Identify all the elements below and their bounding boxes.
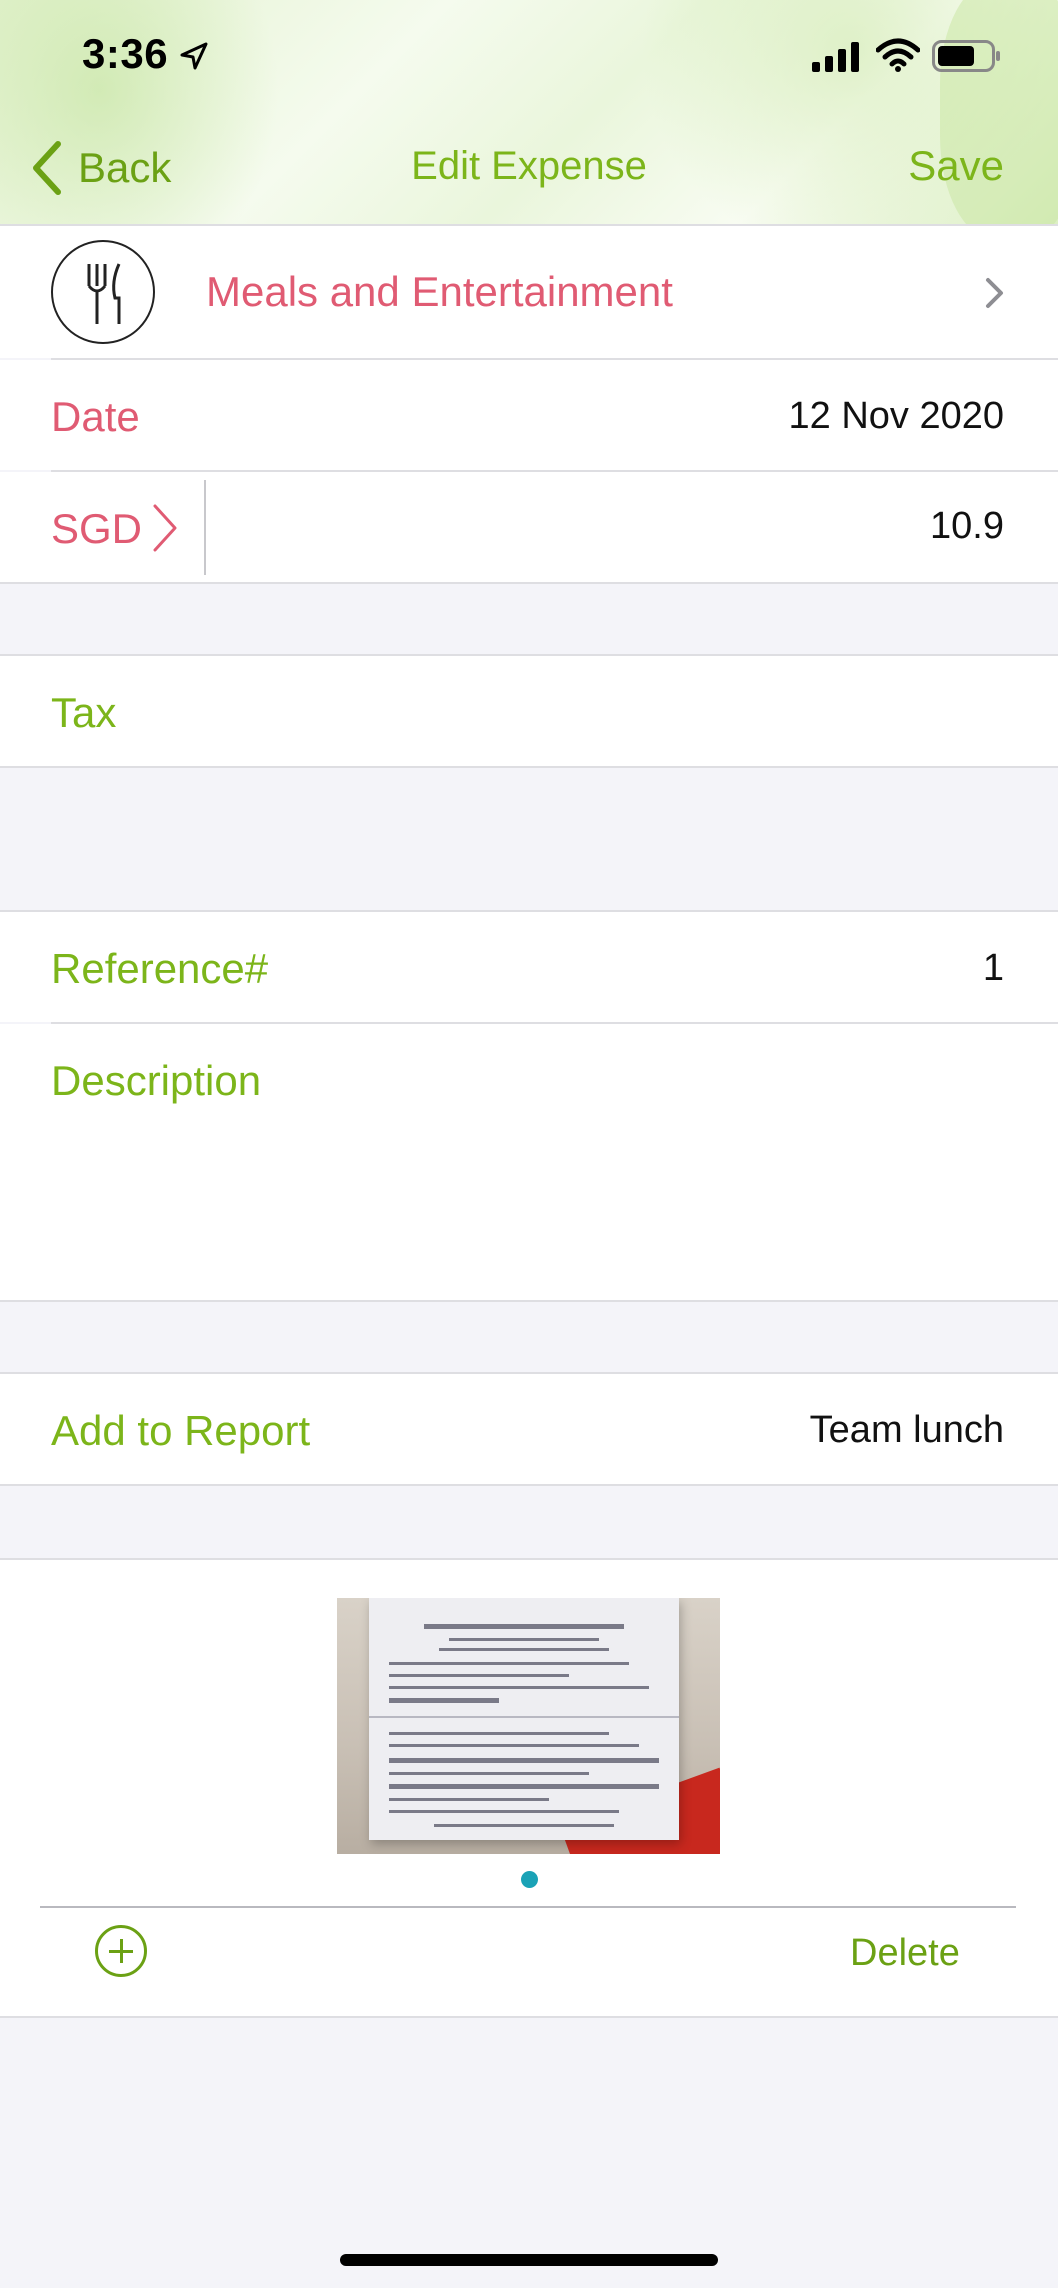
category-label: Meals and Entertainment — [206, 268, 673, 315]
date-value[interactable]: 12 Nov 2020 — [789, 395, 1005, 438]
receipt-paper — [369, 1598, 679, 1840]
save-button[interactable]: Save — [908, 142, 1004, 190]
wifi-icon — [876, 38, 920, 72]
divider — [0, 2016, 1058, 2018]
report-value[interactable]: Team lunch — [810, 1409, 1004, 1452]
chevron-right-icon[interactable] — [150, 502, 180, 554]
date-label: Date — [51, 393, 140, 440]
header: 3:36 Back Edit Expense Save — [0, 0, 1058, 225]
tax-label: Tax — [51, 689, 117, 736]
cellular-signal-icon — [812, 42, 859, 72]
fork-knife-icon — [51, 240, 155, 344]
tax-row[interactable] — [0, 656, 1058, 766]
divider — [0, 1300, 1058, 1302]
description-label: Description — [51, 1057, 262, 1104]
divider — [0, 582, 1058, 584]
chevron-right-icon — [986, 278, 1003, 308]
add-attachment-button[interactable] — [95, 1925, 147, 1977]
delete-button[interactable]: Delete — [850, 1932, 960, 1975]
divider — [0, 1484, 1058, 1486]
location-arrow-icon — [180, 42, 208, 70]
divider — [40, 1906, 1016, 1908]
reference-input[interactable]: 1 — [983, 947, 1004, 990]
status-time: 3:36 — [82, 30, 169, 77]
receipt-fold — [369, 1716, 679, 1718]
battery-icon — [932, 40, 1000, 72]
home-indicator[interactable] — [340, 2254, 718, 2266]
amount-input[interactable]: 10.9 — [930, 505, 1004, 548]
currency-selector[interactable]: SGD — [51, 505, 142, 553]
header-background-leaf — [940, 0, 1058, 225]
divider — [0, 766, 1058, 768]
reference-label: Reference# — [51, 945, 269, 992]
receipt-thumbnail[interactable] — [337, 1598, 720, 1854]
page-indicator-dot — [521, 1871, 538, 1888]
page-title: Edit Expense — [411, 144, 647, 188]
report-label: Add to Report — [51, 1407, 311, 1454]
currency-divider — [204, 480, 206, 575]
